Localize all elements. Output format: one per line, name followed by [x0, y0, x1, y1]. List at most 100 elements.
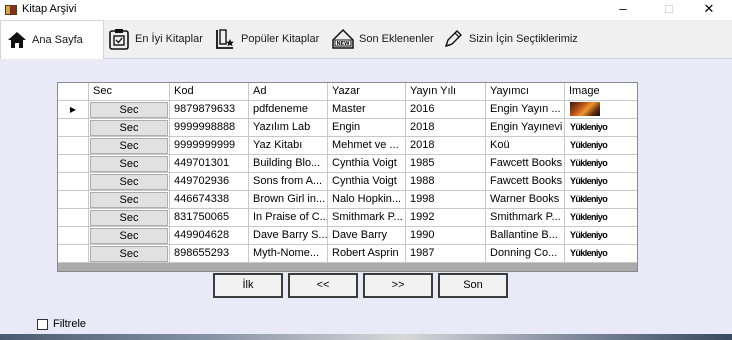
image-cell: Yükleniyo	[565, 155, 637, 173]
image-loading-text: Yükleniyo	[570, 212, 608, 222]
column-header-yayimci[interactable]: Yayımcı	[486, 83, 565, 101]
table-row[interactable]: Sec 9999999999 Yaz Kitabı Mehmet ve ... 2018…	[58, 137, 637, 155]
ad-cell: Dave Barry S...	[249, 227, 328, 245]
column-header-ad[interactable]: Ad	[249, 83, 328, 101]
select-row-button[interactable]: Sec	[90, 138, 168, 154]
table-row[interactable]: Sec 449701301 Building Blo... Cynthia Voigt…	[58, 155, 637, 173]
image-loading-text: Yükleniyo	[570, 248, 608, 258]
ad-cell: Sons from A...	[249, 173, 328, 191]
table-row[interactable]: Sec 831750065 In Praise of C... Smithmark P…	[58, 209, 637, 227]
row-header[interactable]	[58, 137, 89, 155]
yayin-yili-cell: 1985	[406, 155, 486, 173]
checkbox-book-icon	[109, 29, 129, 50]
sec-cell: Sec	[89, 155, 170, 173]
image-cell: Yükleniyo	[565, 173, 637, 191]
tab-son-eklenenler[interactable]: NEW Son Eklenenler	[332, 20, 434, 58]
filter-checkbox[interactable]	[37, 318, 48, 330]
table-row[interactable]: Sec 9999998888 Yazılım Lab Engin 2018 Engin Y…	[58, 119, 637, 137]
image-loading-text: Yükleniyo	[570, 122, 608, 132]
sec-cell: Sec	[89, 227, 170, 245]
table-row[interactable]: Sec 898655293 Myth-Nome... Robert Asprin 198…	[58, 245, 637, 263]
row-header[interactable]	[58, 173, 89, 191]
kod-cell: 9879879633	[170, 101, 249, 119]
books-data-grid[interactable]: Sec Kod Ad Yazar Yayın Yılı Yayımcı Image ▶ Sec 9…	[57, 82, 638, 272]
filter-checkbox-group[interactable]: Filtrele	[37, 318, 86, 330]
ad-cell: Myth-Nome...	[249, 245, 328, 263]
image-cell: Yükleniyo	[565, 245, 637, 263]
row-header[interactable]	[58, 227, 89, 245]
last-page-button[interactable]: Son	[438, 273, 508, 298]
tab-label: En İyi Kitaplar	[135, 33, 203, 45]
image-loading-text: Yükleniyo	[570, 176, 608, 186]
sec-cell: Sec	[89, 173, 170, 191]
sec-cell: Sec	[89, 101, 170, 119]
table-row[interactable]: ▶ Sec 9879879633 pdfdeneme Master 2016 Engin Y…	[58, 101, 637, 119]
row-header[interactable]: ▶	[58, 101, 89, 119]
taskbar-strip	[0, 334, 732, 340]
select-row-button[interactable]: Sec	[90, 192, 168, 208]
yazar-cell: Master	[328, 101, 406, 119]
tab-populer-kitaplar[interactable]: Popüler Kitaplar	[214, 20, 324, 58]
first-page-button[interactable]: İlk	[213, 273, 283, 298]
yazar-cell: Nalo Hopkin...	[328, 191, 406, 209]
close-button[interactable]: ✕	[686, 0, 732, 20]
column-header-yazar[interactable]: Yazar	[328, 83, 406, 101]
tab-bar: Ana Sayfa En İyi Kitaplar Popüler Kitapl…	[0, 20, 732, 59]
yayin-yili-cell: 2018	[406, 119, 486, 137]
kod-cell: 898655293	[170, 245, 249, 263]
column-header-image[interactable]: Image	[565, 83, 637, 101]
image-loading-text: Yükleniyo	[570, 194, 608, 204]
popular-book-icon	[216, 29, 234, 49]
table-row[interactable]: Sec 449702936 Sons from A... Cynthia Voigt 1…	[58, 173, 637, 191]
select-row-button[interactable]: Sec	[90, 246, 168, 262]
image-loading-text: Yükleniyo	[570, 158, 608, 168]
yayimci-cell: Koü	[486, 137, 565, 155]
yayin-yili-cell: 2016	[406, 101, 486, 119]
tab-en-iyi-kitaplar[interactable]: En İyi Kitaplar	[108, 20, 208, 58]
tab-sizin-icin-sectiklerimiz[interactable]: Sizin İçin Seçtiklerimiz	[442, 20, 592, 58]
select-row-button[interactable]: Sec	[90, 156, 168, 172]
tab-label: Ana Sayfa	[32, 34, 83, 46]
row-header[interactable]	[58, 155, 89, 173]
ad-cell: Building Blo...	[249, 155, 328, 173]
column-header-sec[interactable]: Sec	[89, 83, 170, 101]
column-header-kod[interactable]: Kod	[170, 83, 249, 101]
column-header-yayin-yili[interactable]: Yayın Yılı	[406, 83, 486, 101]
select-row-button[interactable]: Sec	[90, 228, 168, 244]
row-header[interactable]	[58, 191, 89, 209]
select-row-button[interactable]: Sec	[90, 210, 168, 226]
svg-text:NEW: NEW	[336, 41, 350, 47]
yayimci-cell: Fawcett Books	[486, 155, 565, 173]
ad-cell: In Praise of C...	[249, 209, 328, 227]
yazar-cell: Smithmark P...	[328, 209, 406, 227]
table-row[interactable]: Sec 449904628 Dave Barry S... Dave Barry 199…	[58, 227, 637, 245]
yayimci-cell: Donning Co...	[486, 245, 565, 263]
ad-cell: Yaz Kitabı	[249, 137, 328, 155]
row-header[interactable]	[58, 209, 89, 227]
image-cell: Yükleniyo	[565, 119, 637, 137]
select-row-button[interactable]: Sec	[90, 102, 168, 118]
row-header[interactable]	[58, 245, 89, 263]
tab-ana-sayfa[interactable]: Ana Sayfa	[0, 20, 104, 59]
tab-label: Sizin İçin Seçtiklerimiz	[469, 33, 578, 45]
table-row[interactable]: Sec 446674338 Brown Girl in... Nalo Hopkin.…	[58, 191, 637, 209]
yazar-cell: Engin	[328, 119, 406, 137]
kod-cell: 449904628	[170, 227, 249, 245]
row-header[interactable]	[58, 119, 89, 137]
current-row-indicator-icon: ▶	[69, 105, 77, 114]
sec-cell: Sec	[89, 137, 170, 155]
select-row-button[interactable]: Sec	[90, 120, 168, 136]
window-title: Kitap Arşivi	[22, 3, 77, 15]
previous-page-button[interactable]: <<	[288, 273, 358, 298]
minimize-button[interactable]: –	[600, 0, 646, 20]
kod-cell: 446674338	[170, 191, 249, 209]
image-cell: Yükleniyo	[565, 227, 637, 245]
select-row-button[interactable]: Sec	[90, 174, 168, 190]
next-page-button[interactable]: >>	[363, 273, 433, 298]
kod-cell: 9999999999	[170, 137, 249, 155]
kod-cell: 449701301	[170, 155, 249, 173]
sec-cell: Sec	[89, 191, 170, 209]
sec-cell: Sec	[89, 209, 170, 227]
kod-cell: 831750065	[170, 209, 249, 227]
grid-header-row: Sec Kod Ad Yazar Yayın Yılı Yayımcı Image	[58, 83, 637, 101]
